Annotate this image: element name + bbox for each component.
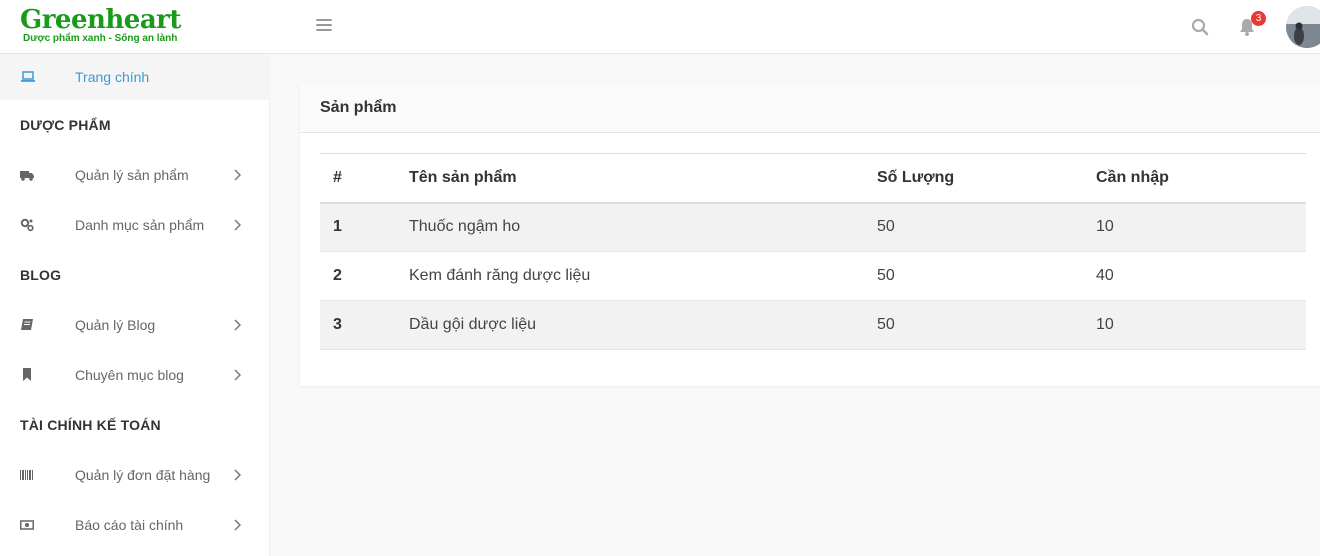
sidebar-item-home[interactable]: Trang chính — [0, 54, 270, 100]
column-header-quantity: Số Lượng — [864, 153, 1083, 204]
row-quantity: 50 — [864, 202, 1083, 252]
menu-icon — [316, 19, 332, 21]
sidebar-item-label: Quản lý đơn đặt hàng — [75, 467, 211, 483]
row-product-name: Thuốc ngậm ho — [396, 202, 864, 252]
row-restock: 10 — [1083, 300, 1306, 350]
search-button[interactable] — [1190, 17, 1210, 37]
chevron-right-icon — [234, 519, 241, 531]
row-index: 3 — [320, 300, 396, 350]
logo-name: Greenheart — [20, 5, 181, 35]
money-icon — [20, 520, 34, 530]
laptop-icon — [21, 71, 35, 82]
chevron-right-icon — [234, 169, 241, 181]
sidebar: Trang chính DƯỢC PHẨM Quản lý sản phẩm D… — [0, 54, 270, 556]
row-quantity: 50 — [864, 251, 1083, 301]
chevron-right-icon — [234, 319, 241, 331]
card-title: Sản phẩm — [320, 99, 397, 116]
gears-icon — [20, 218, 34, 232]
sidebar-item-label: Trang chính — [75, 69, 150, 85]
table-header-row: # Tên sản phẩm Số Lượng Cần nhập — [320, 153, 1306, 204]
search-icon — [1191, 18, 1209, 36]
barcode-icon — [20, 470, 33, 480]
sidebar-section-pharma: DƯỢC PHẨM — [20, 117, 111, 133]
row-restock: 40 — [1083, 251, 1306, 301]
sidebar-section-blog: BLOG — [20, 267, 62, 283]
products-card: Sản phẩm # Tên sản phẩm Số Lượng Cần nhậ… — [300, 83, 1320, 386]
row-index: 1 — [320, 202, 396, 252]
sidebar-item-label: Chuyên mục blog — [75, 367, 184, 383]
products-table: # Tên sản phẩm Số Lượng Cần nhập 1 Thuốc… — [320, 153, 1306, 350]
sidebar-item-label: Báo cáo tài chính — [75, 517, 184, 533]
sidebar-item-label: Danh mục sản phẩm — [75, 217, 205, 233]
sidebar-item-blog-category[interactable]: Chuyên mục blog — [0, 355, 270, 395]
sidebar-item-label: Quản lý Blog — [75, 317, 156, 333]
table-row: 1 Thuốc ngậm ho 50 10 — [320, 202, 1306, 252]
sidebar-item-blog-management[interactable]: Quản lý Blog — [0, 305, 270, 345]
table-row: 3 Dầu gội dược liệu 50 10 — [320, 300, 1306, 350]
avatar[interactable] — [1286, 6, 1320, 48]
sidebar-item-label: Quản lý sản phẩm — [75, 167, 189, 183]
chevron-right-icon — [234, 219, 241, 231]
column-header-product-name: Tên sản phẩm — [396, 153, 864, 204]
row-index: 2 — [320, 251, 396, 301]
logo-tagline: Dược phẩm xanh - Sống an lành — [23, 33, 178, 44]
notification-badge: 3 — [1251, 11, 1266, 26]
row-quantity: 50 — [864, 300, 1083, 350]
sidebar-section-finance: TÀI CHÍNH KẾ TOÁN — [20, 417, 161, 433]
sidebar-item-finance-report[interactable]: Báo cáo tài chính — [0, 505, 270, 545]
truck-icon — [20, 171, 34, 181]
row-restock: 10 — [1083, 202, 1306, 252]
table-row: 2 Kem đánh răng dược liệu 50 40 — [320, 251, 1306, 301]
chevron-right-icon — [234, 469, 241, 481]
row-product-name: Dầu gội dược liệu — [396, 300, 864, 350]
logo[interactable]: Greenheart Dược phẩm xanh - Sống an lành — [20, 6, 260, 44]
card-header: Sản phẩm — [300, 83, 1320, 133]
chevron-right-icon — [234, 369, 241, 381]
top-bar: Greenheart Dược phẩm xanh - Sống an lành… — [0, 0, 1320, 54]
menu-toggle-button[interactable] — [316, 19, 332, 33]
book-icon — [21, 319, 33, 330]
sidebar-item-product-category[interactable]: Danh mục sản phẩm — [0, 205, 270, 245]
avatar-image — [1286, 6, 1320, 48]
column-header-index: # — [320, 153, 396, 204]
bookmark-icon — [23, 368, 31, 381]
row-product-name: Kem đánh răng dược liệu — [396, 251, 864, 301]
sidebar-item-order-management[interactable]: Quản lý đơn đặt hàng — [0, 455, 270, 495]
sidebar-item-product-management[interactable]: Quản lý sản phẩm — [0, 155, 270, 195]
column-header-restock: Cần nhập — [1083, 153, 1306, 204]
